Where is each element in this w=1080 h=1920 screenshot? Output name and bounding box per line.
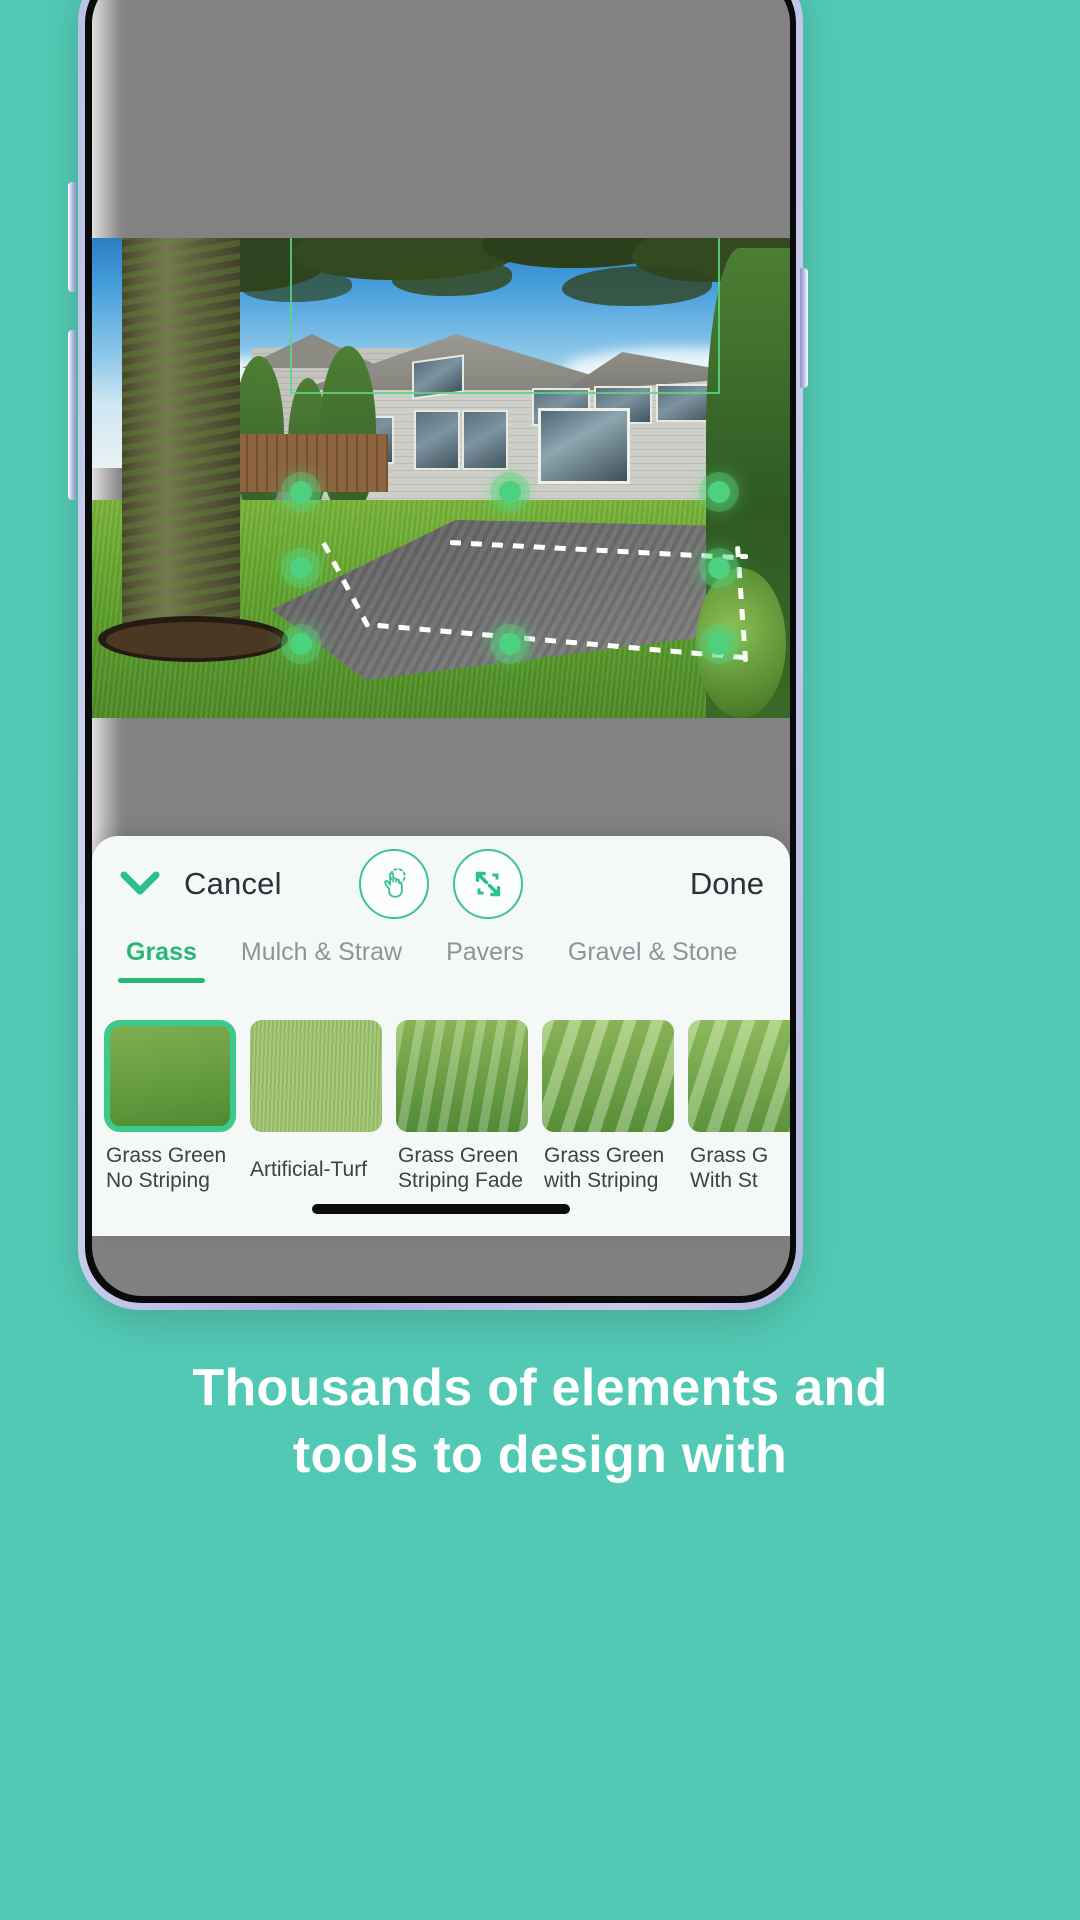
editor-canvas[interactable]: [92, 0, 790, 974]
promo-caption-line2: tools to design with: [292, 1425, 788, 1484]
selection-handle-top-center[interactable]: [499, 481, 521, 503]
resize-tool-button[interactable]: [453, 849, 523, 919]
phone-power-button[interactable]: [800, 268, 808, 388]
tab-grass[interactable]: Grass: [104, 932, 219, 983]
tab-active-underline: [118, 978, 205, 983]
tab-grass-label: Grass: [126, 938, 197, 966]
material-swatch: [104, 1020, 236, 1132]
material-thumb-artificial-turf[interactable]: Artificial-Turf: [250, 1020, 382, 1194]
material-thumb-label: Artificial-Turf: [250, 1158, 382, 1183]
tree-trunk-moss: [122, 238, 240, 654]
home-indicator[interactable]: [312, 1204, 570, 1214]
material-thumbnail-strip[interactable]: Grass Green No Striping Artificial-Turf …: [92, 1006, 790, 1194]
chevron-down-icon[interactable]: [118, 862, 162, 906]
promo-caption-line1: Thousands of elements and: [192, 1359, 888, 1417]
material-thumb-label-line2: with Striping: [544, 1168, 659, 1192]
material-thumb-label: Grass G With St: [688, 1144, 790, 1194]
material-swatch: [250, 1020, 382, 1132]
material-thumb-label-line2: No Striping: [106, 1168, 210, 1192]
material-swatch: [688, 1020, 790, 1132]
material-thumb-label-line2: With St: [690, 1168, 758, 1192]
done-button[interactable]: Done: [690, 866, 764, 902]
material-thumb-label-line1: Grass Green: [398, 1144, 519, 1167]
material-thumb-label: Grass Green with Striping: [542, 1144, 674, 1194]
tree-trunk: [122, 238, 240, 654]
category-tabs: Grass Mulch & Straw Pavers Gravel & Ston…: [92, 932, 790, 1006]
selection-handle-top-left[interactable]: [290, 481, 312, 503]
tree-mulch-ring: [106, 622, 281, 658]
selection-handle-middle-right[interactable]: [708, 557, 730, 579]
tab-gravel-stone-label: Gravel & Stone: [567, 938, 738, 966]
material-thumb-label-line2: Striping Fade: [398, 1168, 523, 1192]
expand-arrows-icon: [475, 871, 501, 897]
phone-screen: Cancel Done Grass Mulch & Straw Pavers G…: [92, 0, 790, 1296]
selection-bounding-box[interactable]: [290, 238, 720, 394]
tap-select-tool-button[interactable]: [359, 849, 429, 919]
cancel-button[interactable]: Cancel: [184, 866, 282, 902]
material-thumb-grass-green-with-striping-partial[interactable]: Grass G With St: [688, 1020, 790, 1194]
material-swatch: [396, 1020, 528, 1132]
material-thumb-label-line1: Grass Green: [544, 1144, 665, 1167]
promo-caption: Thousands of elements and tools to desig…: [0, 1355, 1080, 1488]
material-thumb-grass-green-with-striping[interactable]: Grass Green with Striping: [542, 1020, 674, 1194]
chevron-down-glyph: [120, 871, 160, 895]
marching-ants-selection: [270, 518, 749, 682]
hand-tap-icon: [384, 868, 406, 898]
selection-handle-top-right[interactable]: [708, 481, 730, 503]
design-photo[interactable]: [92, 238, 790, 718]
material-thumb-label: Grass Green Striping Fade: [396, 1144, 528, 1194]
material-thumb-label-line1: Artificial-Turf: [250, 1158, 368, 1181]
material-thumb-label-line1: Grass G: [690, 1144, 769, 1167]
phone-volume-up-button[interactable]: [68, 182, 76, 292]
material-picker-sheet: Cancel Done Grass Mulch & Straw Pavers G…: [92, 836, 790, 1236]
material-swatch: [542, 1020, 674, 1132]
material-thumb-label: Grass Green No Striping: [104, 1144, 236, 1194]
tab-mulch-straw-label: Mulch & Straw: [240, 938, 403, 966]
sheet-toolbar: Cancel Done: [92, 836, 790, 932]
selection-handle-bottom-right[interactable]: [708, 633, 730, 655]
selection-handle-bottom-left[interactable]: [290, 633, 312, 655]
material-thumb-grass-green-no-striping[interactable]: Grass Green No Striping: [104, 1020, 236, 1194]
selection-handle-middle-left[interactable]: [290, 557, 312, 579]
tab-pavers[interactable]: Pavers: [424, 932, 546, 967]
phone-volume-down-button[interactable]: [68, 330, 76, 500]
material-thumb-label-line1: Grass Green: [106, 1144, 227, 1167]
tab-pavers-label: Pavers: [446, 938, 524, 966]
material-thumb-grass-green-striping-fade[interactable]: Grass Green Striping Fade: [396, 1020, 528, 1194]
selection-handle-bottom-center[interactable]: [499, 633, 521, 655]
tab-gravel-stone[interactable]: Gravel & Stone: [546, 932, 760, 967]
tab-mulch-straw[interactable]: Mulch & Straw: [219, 932, 424, 967]
